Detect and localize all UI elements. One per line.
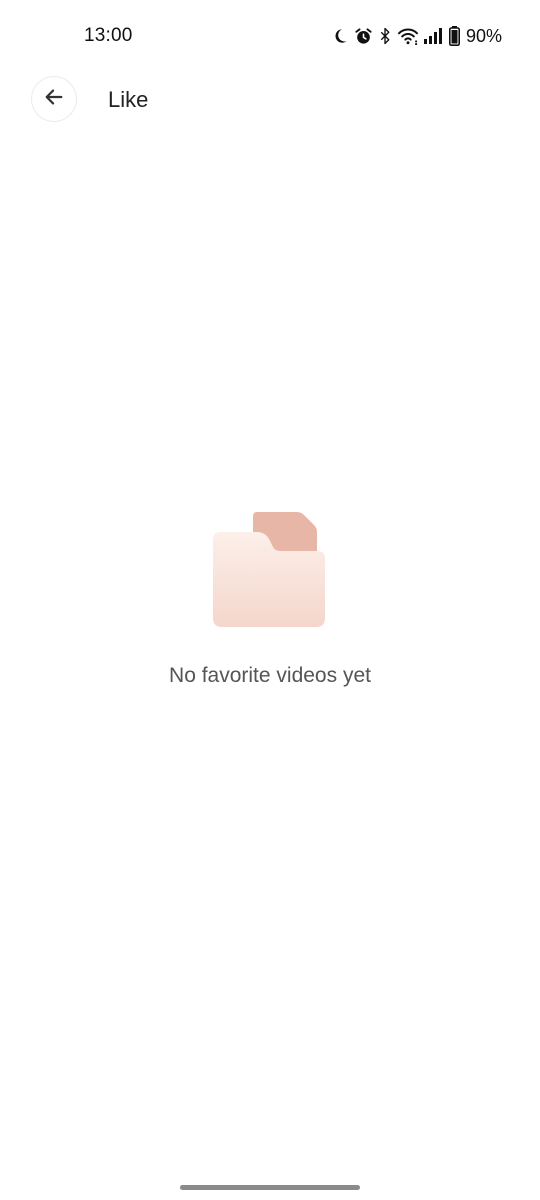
moon-icon (331, 27, 349, 45)
battery-percent: 90% (465, 25, 502, 46)
app-bar: Like (0, 72, 540, 128)
wifi-icon (397, 27, 419, 45)
arrow-left-icon (43, 86, 65, 113)
empty-state-message: No favorite videos yet (169, 664, 371, 687)
status-icons: 90% (331, 25, 502, 47)
folder-icon (0, 512, 540, 628)
alarm-icon (354, 27, 373, 46)
battery-icon (448, 26, 460, 46)
page-title: Like (108, 87, 149, 112)
signal-icon (423, 28, 444, 44)
status-bar: 13:00 90% (0, 0, 540, 72)
status-time: 13:00 (84, 25, 133, 46)
back-button[interactable] (31, 76, 77, 122)
home-indicator[interactable] (180, 1185, 360, 1190)
empty-state: No favorite videos yet (0, 512, 540, 688)
bluetooth-icon (378, 27, 392, 45)
